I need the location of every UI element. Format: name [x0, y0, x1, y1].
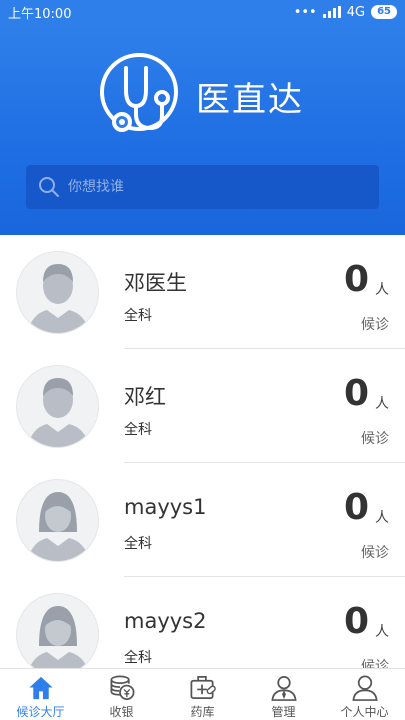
count-unit: 人 — [375, 396, 389, 412]
list-item[interactable]: 邓医生 全科 0 人 候诊 — [0, 235, 405, 349]
bottom-tab-bar: 候诊大厅 收银 药库 管理 个人中心 — [0, 668, 405, 720]
battery-icon: 65 — [371, 5, 397, 19]
waiting-count: 0 — [343, 259, 369, 300]
doctor-name: mayys1 — [124, 495, 207, 519]
female-avatar-icon — [16, 479, 99, 562]
waiting-count: 0 — [343, 601, 369, 642]
person-icon — [351, 675, 378, 701]
doctor-name: 邓医生 — [124, 271, 187, 295]
waiting-label: 候诊 — [361, 659, 389, 668]
tab-management[interactable]: 管理 — [243, 669, 324, 720]
network-type: 4G — [346, 4, 366, 20]
tab-label: 收银 — [109, 705, 134, 719]
doctor-dept: 全科 — [124, 536, 152, 552]
male-avatar-icon — [16, 365, 99, 448]
tab-label: 候诊大厅 — [16, 705, 65, 719]
tab-label: 个人中心 — [340, 705, 389, 719]
tab-label: 药库 — [190, 705, 215, 719]
doctor-dept: 全科 — [124, 422, 152, 438]
female-avatar-icon — [16, 593, 99, 668]
doctor-name: mayys2 — [124, 609, 207, 633]
tab-label: 管理 — [271, 705, 296, 719]
medicine-box-icon — [190, 675, 216, 700]
status-right: ••• 4G 65 — [294, 5, 397, 20]
waiting-label: 候诊 — [361, 317, 389, 333]
status-time: 上午10:00 — [8, 6, 72, 22]
count-unit: 人 — [375, 282, 389, 298]
search-icon — [39, 177, 59, 197]
waiting-label: 候诊 — [361, 431, 389, 447]
doctor-list[interactable]: 邓医生 全科 0 人 候诊 邓红 全科 0 人 候诊 mayys1 全科 0 人… — [0, 235, 405, 668]
tab-waiting-hall[interactable]: 候诊大厅 — [0, 669, 81, 720]
list-item[interactable]: mayys1 全科 0 人 候诊 — [0, 463, 405, 577]
tab-cashier[interactable]: 收银 — [81, 669, 162, 720]
search-input[interactable] — [68, 179, 358, 195]
doctor-dept: 全科 — [124, 650, 152, 666]
status-bar: 上午10:00 ••• 4G 65 — [0, 0, 405, 24]
male-avatar-icon — [16, 251, 99, 334]
brand-title: 医直达 — [196, 80, 304, 120]
manager-icon — [270, 675, 297, 701]
dots-icon: ••• — [293, 4, 317, 20]
header: 医直达 — [0, 24, 405, 235]
doctor-dept: 全科 — [124, 308, 152, 324]
stethoscope-icon — [98, 52, 180, 136]
waiting-count: 0 — [343, 373, 369, 414]
waiting-label: 候诊 — [361, 545, 389, 561]
tab-profile[interactable]: 个人中心 — [324, 669, 405, 720]
waiting-count: 0 — [343, 487, 369, 528]
home-icon — [28, 676, 53, 700]
list-item[interactable]: mayys2 全科 0 人 候诊 — [0, 577, 405, 668]
signal-icon — [322, 6, 341, 18]
search-bar[interactable] — [26, 165, 379, 209]
count-unit: 人 — [375, 624, 389, 640]
count-unit: 人 — [375, 510, 389, 526]
tab-pharmacy[interactable]: 药库 — [162, 669, 243, 720]
coins-icon — [109, 675, 134, 700]
list-item[interactable]: 邓红 全科 0 人 候诊 — [0, 349, 405, 463]
doctor-name: 邓红 — [124, 385, 166, 409]
